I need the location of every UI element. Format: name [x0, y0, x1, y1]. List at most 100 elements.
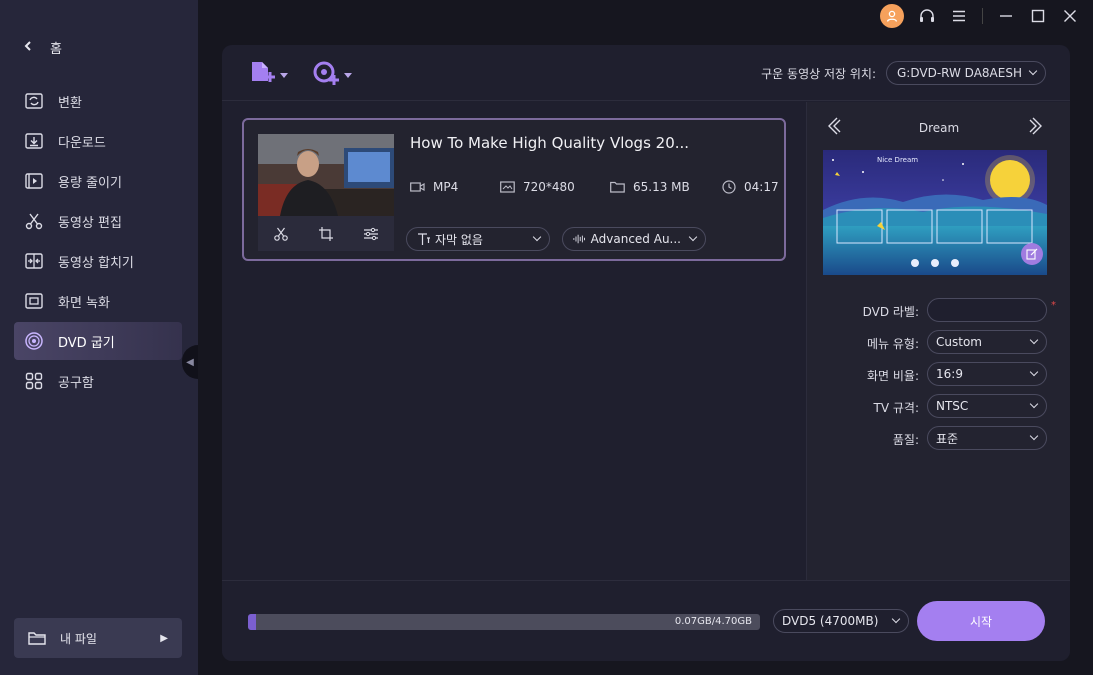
compress-icon — [25, 173, 43, 189]
subtitle-value: 자막 없음 — [435, 232, 483, 247]
chevron-down-icon — [280, 64, 288, 83]
sidebar-item-label: 다운로드 — [58, 135, 106, 151]
account-avatar[interactable] — [880, 4, 904, 28]
video-resolution-value: 720*480 — [523, 180, 575, 194]
screen-record-icon — [25, 293, 43, 309]
sidebar-item-compress[interactable]: 용량 줄이기 — [14, 162, 182, 200]
sidebar-item-merge[interactable]: 동영상 합치기 — [14, 242, 182, 280]
quality-row: 품질: 표준 — [807, 426, 1070, 450]
save-location-value: G:DVD-RW DA8AESH — [897, 66, 1022, 80]
template-preview[interactable]: Nice Dream — [823, 150, 1047, 275]
aspect-ratio-value: 16:9 — [936, 367, 963, 381]
scissors-icon — [25, 213, 43, 230]
video-resolution: 720*480 — [500, 180, 610, 194]
dvd-label-label: DVD 라벨: — [862, 305, 919, 319]
sidebar-item-convert[interactable]: 변환 — [14, 82, 182, 120]
maximize-icon[interactable] — [1029, 7, 1047, 25]
trim-scissors-icon[interactable] — [273, 226, 289, 242]
subtitle-select[interactable]: 자막 없음 — [406, 227, 550, 251]
home-link[interactable]: 홈 — [24, 38, 62, 57]
chevron-down-icon — [1029, 335, 1039, 345]
dvd-settings-panel: Dream Nice Dream DVD 라벨: * 메뉴 유형: Custom… — [806, 102, 1070, 580]
video-format: MP4 — [410, 180, 500, 194]
video-duration: 04:17 — [722, 180, 779, 194]
toolbar: 구운 동영상 저장 위치: G:DVD-RW DA8AESH — [222, 45, 1070, 101]
add-file-icon — [252, 62, 275, 82]
my-files-label: 내 파일 — [60, 631, 97, 646]
audio-track-select[interactable]: Advanced Au... — [562, 227, 706, 251]
divider — [982, 8, 983, 24]
quality-value: 표준 — [936, 431, 959, 446]
edit-template-button[interactable] — [1021, 243, 1043, 265]
save-location-select[interactable]: G:DVD-RW DA8AESH — [886, 61, 1046, 85]
chevron-down-icon — [1029, 399, 1039, 409]
tv-standard-row: TV 규격: NTSC — [807, 394, 1070, 418]
sidebar-item-label: DVD 굽기 — [58, 335, 115, 351]
chevron-down-icon — [891, 614, 901, 624]
close-icon[interactable] — [1061, 7, 1079, 25]
template-preview-title: Nice Dream — [877, 156, 919, 164]
aspect-ratio-select[interactable]: 16:9 — [927, 362, 1047, 386]
sidebar-nav: 변환 다운로드 용량 줄이기 동영상 편집 동영상 합치기 화면 녹화 DVD … — [14, 82, 182, 402]
sidebar-collapse-handle[interactable]: ◀ — [182, 345, 198, 379]
sidebar-item-toolbox[interactable]: 공구함 — [14, 362, 182, 400]
disc-type-select[interactable]: DVD5 (4700MB) — [773, 609, 909, 633]
effects-sliders-icon[interactable] — [363, 226, 379, 242]
minimize-icon[interactable] — [997, 7, 1015, 25]
user-icon — [886, 10, 898, 22]
my-files-button[interactable]: 내 파일 ▶ — [14, 618, 182, 658]
quality-label: 품질: — [892, 433, 919, 447]
sidebar-item-label: 화면 녹화 — [58, 295, 110, 311]
chevron-down-icon — [688, 232, 698, 242]
menu-icon[interactable] — [950, 7, 968, 25]
chevron-down-icon — [532, 232, 542, 242]
clock-icon — [722, 180, 736, 194]
sidebar-item-label: 동영상 합치기 — [58, 255, 134, 271]
video-size: 65.13 MB — [610, 180, 722, 194]
audio-wave-icon — [573, 234, 585, 244]
video-format-value: MP4 — [433, 180, 459, 194]
menu-type-row: 메뉴 유형: Custom — [807, 330, 1070, 354]
quality-select[interactable]: 표준 — [927, 426, 1047, 450]
aspect-ratio-label: 화면 비율: — [866, 369, 919, 383]
tv-standard-select[interactable]: NTSC — [927, 394, 1047, 418]
crop-icon[interactable] — [318, 226, 334, 242]
dvd-label-input[interactable] — [927, 298, 1047, 322]
folder-icon — [28, 632, 46, 645]
toolbox-icon — [25, 372, 43, 390]
video-title: How To Make High Quality Vlogs 20... — [410, 134, 690, 152]
chevron-right-icon: ▶ — [160, 632, 168, 644]
add-file-button[interactable] — [248, 59, 288, 87]
save-location: 구운 동영상 저장 위치: G:DVD-RW DA8AESH — [761, 61, 1046, 85]
sidebar-item-screen-record[interactable]: 화면 녹화 — [14, 282, 182, 320]
convert-icon — [25, 93, 43, 109]
next-template-icon[interactable] — [1029, 116, 1045, 140]
tv-standard-value: NTSC — [936, 399, 969, 413]
resolution-icon — [500, 181, 515, 193]
sidebar-item-edit[interactable]: 동영상 편집 — [14, 202, 182, 240]
bottom-bar: 0.07GB/4.70GB DVD5 (4700MB) 시작 — [222, 580, 1070, 661]
video-duration-value: 04:17 — [744, 180, 779, 194]
support-headset-icon[interactable] — [918, 7, 936, 25]
video-thumbnail[interactable] — [258, 134, 394, 216]
required-mark: * — [1051, 300, 1056, 311]
text-icon — [418, 233, 430, 245]
save-location-label: 구운 동영상 저장 위치: — [761, 66, 876, 81]
chevron-down-icon — [344, 64, 352, 83]
home-label: 홈 — [50, 42, 62, 57]
sidebar-item-label: 용량 줄이기 — [58, 175, 122, 191]
video-thumbnail-area — [258, 134, 394, 251]
chevron-down-icon — [1029, 367, 1039, 377]
sidebar-item-download[interactable]: 다운로드 — [14, 122, 182, 160]
aspect-ratio-row: 화면 비율: 16:9 — [807, 362, 1070, 386]
video-camera-icon — [410, 182, 425, 192]
video-item[interactable]: How To Make High Quality Vlogs 20... MP4… — [242, 118, 786, 261]
template-nav: Dream — [807, 114, 1070, 138]
disc-capacity-fill — [248, 614, 256, 630]
start-button[interactable]: 시작 — [917, 601, 1045, 641]
add-media-button[interactable] — [312, 59, 352, 87]
sidebar-item-dvd-burn[interactable]: DVD 굽기 — [14, 322, 182, 360]
main-panel: 구운 동영상 저장 위치: G:DVD-RW DA8AESH How To Ma… — [222, 45, 1070, 661]
menu-type-select[interactable]: Custom — [927, 330, 1047, 354]
disc-type-value: DVD5 (4700MB) — [782, 614, 879, 628]
